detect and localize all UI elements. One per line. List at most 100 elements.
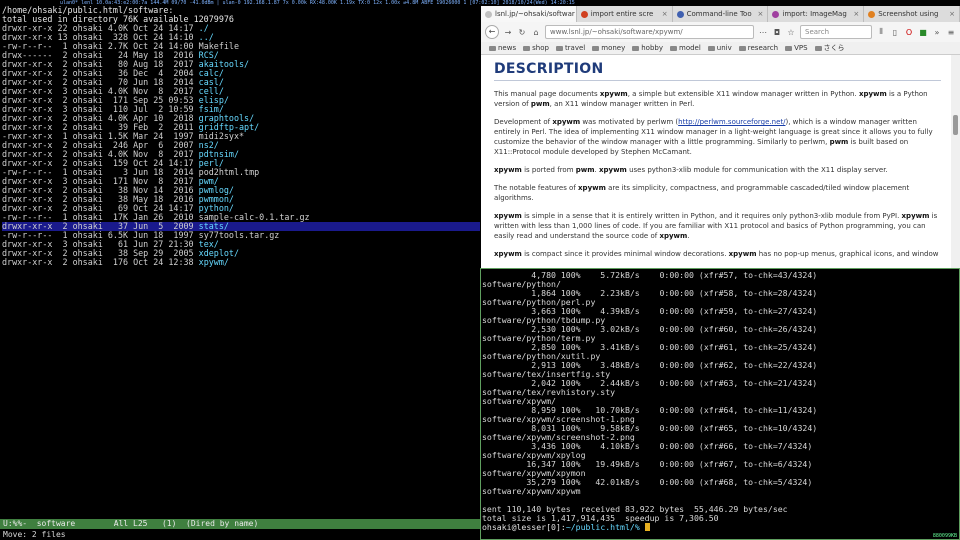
dired-entry[interactable]: drwxr-xr-x 2 ohsaki 159 Oct 24 14:17 per…	[2, 159, 480, 168]
dired-entry-meta: drwxr-xr-x 2 ohsaki 4.0K Nov 8 2017	[2, 150, 199, 159]
reload-icon[interactable]: ↻	[517, 28, 527, 37]
dired-entry[interactable]: drwxr-xr-x 2 ohsaki 70 Jun 18 2014 casl/	[2, 78, 480, 87]
bookmark-item[interactable]: univ	[707, 44, 732, 52]
dired-entry[interactable]: drwxr-xr-x 2 ohsaki 171 Sep 25 09:53 eli…	[2, 96, 480, 105]
dired-entry[interactable]: -rwxr-xr-x 1 ohsaki 1.5K Mar 24 1997 mid…	[2, 132, 480, 141]
dired-entry-name: gridftp-apt/	[198, 123, 260, 132]
folder-icon	[523, 45, 531, 51]
dired-entry[interactable]: -rw-r--r-- 1 ohsaki 2.7K Oct 24 14:00 Ma…	[2, 42, 480, 51]
dired-entry[interactable]: drwxr-xr-x 3 ohsaki 4.0K Nov 8 2017 cell…	[2, 87, 480, 96]
terminal-output-line: software/python/perl.py	[482, 298, 596, 307]
bookmark-label: univ	[716, 44, 732, 52]
dired-entry[interactable]: drwxr-xr-x 2 ohsaki 80 Aug 18 2017 akait…	[2, 60, 480, 69]
dired-entry-name: graphtools/	[198, 114, 255, 123]
bold-term: pwm	[575, 166, 595, 174]
dired-entry-name: Makefile	[198, 42, 239, 51]
terminal-window[interactable]: 4,780 100% 5.72kB/s 0:00:00 (xfr#57, to-…	[480, 268, 960, 540]
page-actions-icon[interactable]: ⋯	[758, 28, 768, 37]
dired-entry[interactable]: drwxr-xr-x 2 ohsaki 4.0K Apr 10 2018 gra…	[2, 114, 480, 123]
dired-entry-name: elisp/	[198, 96, 229, 105]
dired-entry[interactable]: drwxr-xr-x 22 ohsaki 4.0K Oct 24 14:17 .…	[2, 24, 480, 33]
dired-entry[interactable]: drwxr-xr-x 13 ohsaki 328 Oct 24 14:10 ..…	[2, 33, 480, 42]
sidebar-icon[interactable]: ▯	[890, 28, 900, 37]
bold-term: xpywm	[599, 90, 628, 98]
firefox-window[interactable]: lsnl.jp/~ohsaki/softwar×import entire sc…	[481, 6, 960, 268]
bookmark-item[interactable]: VPS	[785, 44, 808, 52]
dired-entry-name: calc/	[198, 69, 224, 78]
emacs-minibuffer[interactable]: Move: 2 files	[0, 529, 480, 540]
dired-entry[interactable]: drwxr-xr-x 2 ohsaki 39 Feb 2 2011 gridft…	[2, 123, 480, 132]
bold-term: pwm	[829, 138, 849, 146]
opera-icon[interactable]: O	[904, 28, 914, 37]
dired-entry[interactable]: drwxr-xr-x 2 ohsaki 176 Oct 24 12:38 xpy…	[2, 258, 480, 267]
bookmark-item[interactable]: hobby	[632, 44, 663, 52]
bookmark-item[interactable]: さくら	[814, 43, 845, 53]
browser-tab[interactable]: import entire scre ×	[577, 6, 673, 22]
emacs-window[interactable]: /home/ohsaki/public.html/software: total…	[0, 6, 480, 540]
bookmark-item[interactable]: money	[592, 44, 625, 52]
bookmarks-toolbar: news shop travel money hobby model univ researc…	[481, 42, 960, 55]
search-box[interactable]: Search	[800, 25, 872, 39]
browser-tab[interactable]: import: ImageMag ×	[768, 6, 865, 22]
terminal-output-line: 16,347 100% 19.49kB/s 0:00:00 (xfr#67, t…	[482, 460, 813, 469]
pocket-icon[interactable]: ◘	[772, 28, 782, 37]
dired-entry[interactable]: drwxr-xr-x 3 ohsaki 110 Jul 2 10:59 fsim…	[2, 105, 480, 114]
library-icon[interactable]: ⫴	[876, 27, 886, 37]
overflow-icon[interactable]: »	[932, 28, 942, 37]
dired-entry-name: xdeplot/	[198, 249, 239, 258]
url-bar[interactable]: www.lsnl.jp/~ohsaki/software/xpywm/	[545, 25, 754, 39]
close-tab-icon[interactable]: ×	[758, 6, 764, 22]
dired-entry[interactable]: drwxr-xr-x 3 ohsaki 61 Jun 27 21:30 tex/	[2, 240, 480, 249]
dired-buffer[interactable]: /home/ohsaki/public.html/software: total…	[0, 6, 480, 518]
browser-tab[interactable]: lsnl.jp/~ohsaki/softwar×	[481, 6, 577, 22]
navigation-bar: ← → ↻ ⌂ www.lsnl.jp/~ohsaki/software/xpy…	[481, 22, 960, 42]
dired-entry[interactable]: drwx------ 2 ohsaki 24 May 18 2016 RCS/	[2, 51, 480, 60]
browser-tab[interactable]: Screenshot using ×	[864, 6, 960, 22]
page-scrollbar[interactable]	[951, 55, 960, 268]
shell-prompt[interactable]: ohsaki@lesser[0]:~/public.html/%	[482, 523, 959, 532]
bookmark-label: model	[679, 44, 701, 52]
dired-entry[interactable]: -rw-r--r-- 1 ohsaki 3 Jun 18 2014 pod2ht…	[2, 168, 480, 177]
tab-label: Command-line Too	[686, 10, 752, 18]
perlwm-link[interactable]: http://perlwm.sourceforge.net/	[678, 118, 785, 126]
terminal-output-line: software/python/term.py	[482, 334, 596, 343]
dired-entry[interactable]: -rw-r--r-- 1 ohsaki 6.5K Jun 18 1997 sy7…	[2, 231, 480, 240]
close-tab-icon[interactable]: ×	[662, 6, 668, 22]
description-paragraph: xpywm is ported from pwm. xpywm uses pyt…	[494, 166, 888, 174]
dired-entry[interactable]: drwxr-xr-x 2 ohsaki 38 Sep 29 2005 xdepl…	[2, 249, 480, 258]
scrollbar-thumb[interactable]	[953, 115, 958, 135]
bookmark-item[interactable]: news	[489, 44, 516, 52]
dired-entry[interactable]: drwxr-xr-x 2 ohsaki 36 Dec 4 2004 calc/	[2, 69, 480, 78]
back-button[interactable]: ←	[485, 25, 499, 39]
bookmark-label: VPS	[794, 44, 808, 52]
dired-entry[interactable]: drwxr-xr-x 2 ohsaki 37 Jun 5 2009 stats/	[2, 222, 480, 231]
dired-entry[interactable]: drwxr-xr-x 2 ohsaki 38 May 18 2016 pwmmo…	[2, 195, 480, 204]
bold-term: xpywm	[728, 250, 757, 258]
dired-entry[interactable]: -rw-r--r-- 1 ohsaki 17K Jan 26 2010 samp…	[2, 213, 480, 222]
dired-entry-name: xpywm/	[198, 258, 229, 267]
bookmark-item[interactable]: travel	[555, 44, 585, 52]
dired-entry[interactable]: drwxr-xr-x 2 ohsaki 246 Apr 6 2007 ns2/	[2, 141, 480, 150]
browser-tab[interactable]: Command-line Too ×	[673, 6, 769, 22]
menu-icon[interactable]: ≡	[946, 28, 956, 37]
bold-term: xpywm	[578, 184, 606, 192]
bookmark-item[interactable]: shop	[523, 44, 549, 52]
home-icon[interactable]: ⌂	[531, 28, 541, 37]
bold-term: xpywm	[552, 118, 581, 126]
dired-entry[interactable]: drwxr-xr-x 2 ohsaki 38 Nov 14 2016 pwmlo…	[2, 186, 480, 195]
close-tab-icon[interactable]: ×	[949, 6, 955, 22]
bookmark-item[interactable]: research	[738, 44, 778, 52]
dired-entry[interactable]: drwxr-xr-x 3 ohsaki 171 Nov 8 2017 pwm/	[2, 177, 480, 186]
close-tab-icon[interactable]: ×	[853, 6, 859, 22]
extension-icon[interactable]: ■	[918, 28, 928, 37]
dired-entry-meta: drwxr-xr-x 2 ohsaki 69 Oct 24 14:17	[2, 204, 199, 213]
dired-entry[interactable]: drwxr-xr-x 2 ohsaki 4.0K Nov 8 2017 pdtn…	[2, 150, 480, 159]
bookmark-item[interactable]: model	[670, 44, 701, 52]
dired-entry[interactable]: drwxr-xr-x 2 ohsaki 69 Oct 24 14:17 pyth…	[2, 204, 480, 213]
bookmark-star-icon[interactable]: ☆	[786, 28, 796, 37]
dired-entry-meta: drwxr-xr-x 2 ohsaki 37 Jun 5 2009	[2, 222, 199, 231]
terminal-output-line: 35,279 100% 42.01kB/s 0:00:00 (xfr#68, t…	[482, 478, 813, 487]
dired-entry-name: ./	[198, 24, 209, 33]
forward-icon[interactable]: →	[503, 28, 513, 37]
